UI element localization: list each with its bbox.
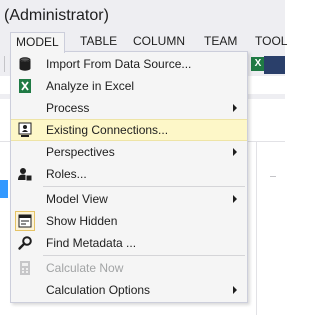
menu-item-label: Model View bbox=[46, 192, 108, 206]
menu-item-find-metadata[interactable]: Find Metadata ... bbox=[11, 232, 247, 254]
menu-item-analyze-in-excel[interactable]: Analyze in Excel bbox=[11, 75, 247, 97]
menu-bar: MODEL TABLE COLUMN TEAM TOOL bbox=[0, 32, 287, 53]
menu-item-label: Calculation Options bbox=[46, 283, 151, 297]
roles-icon bbox=[17, 166, 33, 182]
window-title: (Administrator) bbox=[4, 7, 109, 24]
menu-tools[interactable]: TOOL bbox=[250, 32, 292, 52]
toolbar-excel-icon[interactable]: X bbox=[251, 57, 265, 71]
menu-item-label: Show Hidden bbox=[46, 214, 118, 228]
selected-cell[interactable] bbox=[0, 180, 8, 198]
excel-icon bbox=[17, 78, 33, 94]
menu-item-label: Existing Connections... bbox=[46, 123, 169, 137]
menu-item-process[interactable]: Process bbox=[11, 97, 247, 119]
panel-marker bbox=[270, 176, 276, 177]
grid-divider bbox=[256, 141, 257, 315]
menu-item-perspectives[interactable]: Perspectives bbox=[11, 141, 247, 163]
model-menu-dropdown: Import From Data Source... Analyze in Ex… bbox=[10, 51, 248, 303]
menu-item-model-view[interactable]: Model View bbox=[11, 188, 247, 210]
menu-item-calculation-options[interactable]: Calculation Options bbox=[11, 279, 247, 301]
menu-item-label: Import From Data Source... bbox=[46, 57, 192, 71]
calculator-icon bbox=[17, 260, 33, 276]
menu-team[interactable]: TEAM bbox=[199, 32, 242, 52]
menu-item-label: Roles... bbox=[46, 167, 87, 181]
show-hidden-icon bbox=[17, 213, 33, 229]
menu-table[interactable]: TABLE bbox=[75, 32, 122, 52]
menu-item-label: Process bbox=[46, 101, 90, 115]
menu-item-show-hidden[interactable]: Show Hidden bbox=[11, 210, 247, 232]
submenu-arrow-icon bbox=[233, 195, 237, 203]
toolbar-separator bbox=[4, 56, 5, 72]
connections-icon bbox=[17, 122, 33, 138]
search-icon bbox=[17, 235, 33, 251]
menu-item-import-from-data-source[interactable]: Import From Data Source... bbox=[11, 53, 247, 75]
menu-item-roles[interactable]: Roles... bbox=[11, 163, 247, 185]
menu-item-label: Find Metadata ... bbox=[46, 236, 137, 250]
menu-item-existing-connections[interactable]: Existing Connections... bbox=[11, 119, 247, 141]
menu-item-label: Calculate Now bbox=[46, 261, 124, 275]
menu-separator bbox=[43, 255, 245, 256]
toolbar-accent-strip bbox=[264, 56, 285, 74]
database-icon bbox=[17, 56, 33, 72]
menu-separator bbox=[43, 186, 245, 187]
menu-column[interactable]: COLUMN bbox=[128, 32, 190, 52]
menu-item-calculate-now: Calculate Now bbox=[11, 257, 247, 279]
menu-item-label: Perspectives bbox=[46, 145, 115, 159]
submenu-arrow-icon bbox=[233, 286, 237, 294]
submenu-arrow-icon bbox=[233, 104, 237, 112]
menu-model[interactable]: MODEL bbox=[10, 32, 65, 53]
menu-item-label: Analyze in Excel bbox=[46, 79, 135, 93]
submenu-arrow-icon bbox=[233, 148, 237, 156]
title-bar: (Administrator) bbox=[0, 0, 285, 32]
